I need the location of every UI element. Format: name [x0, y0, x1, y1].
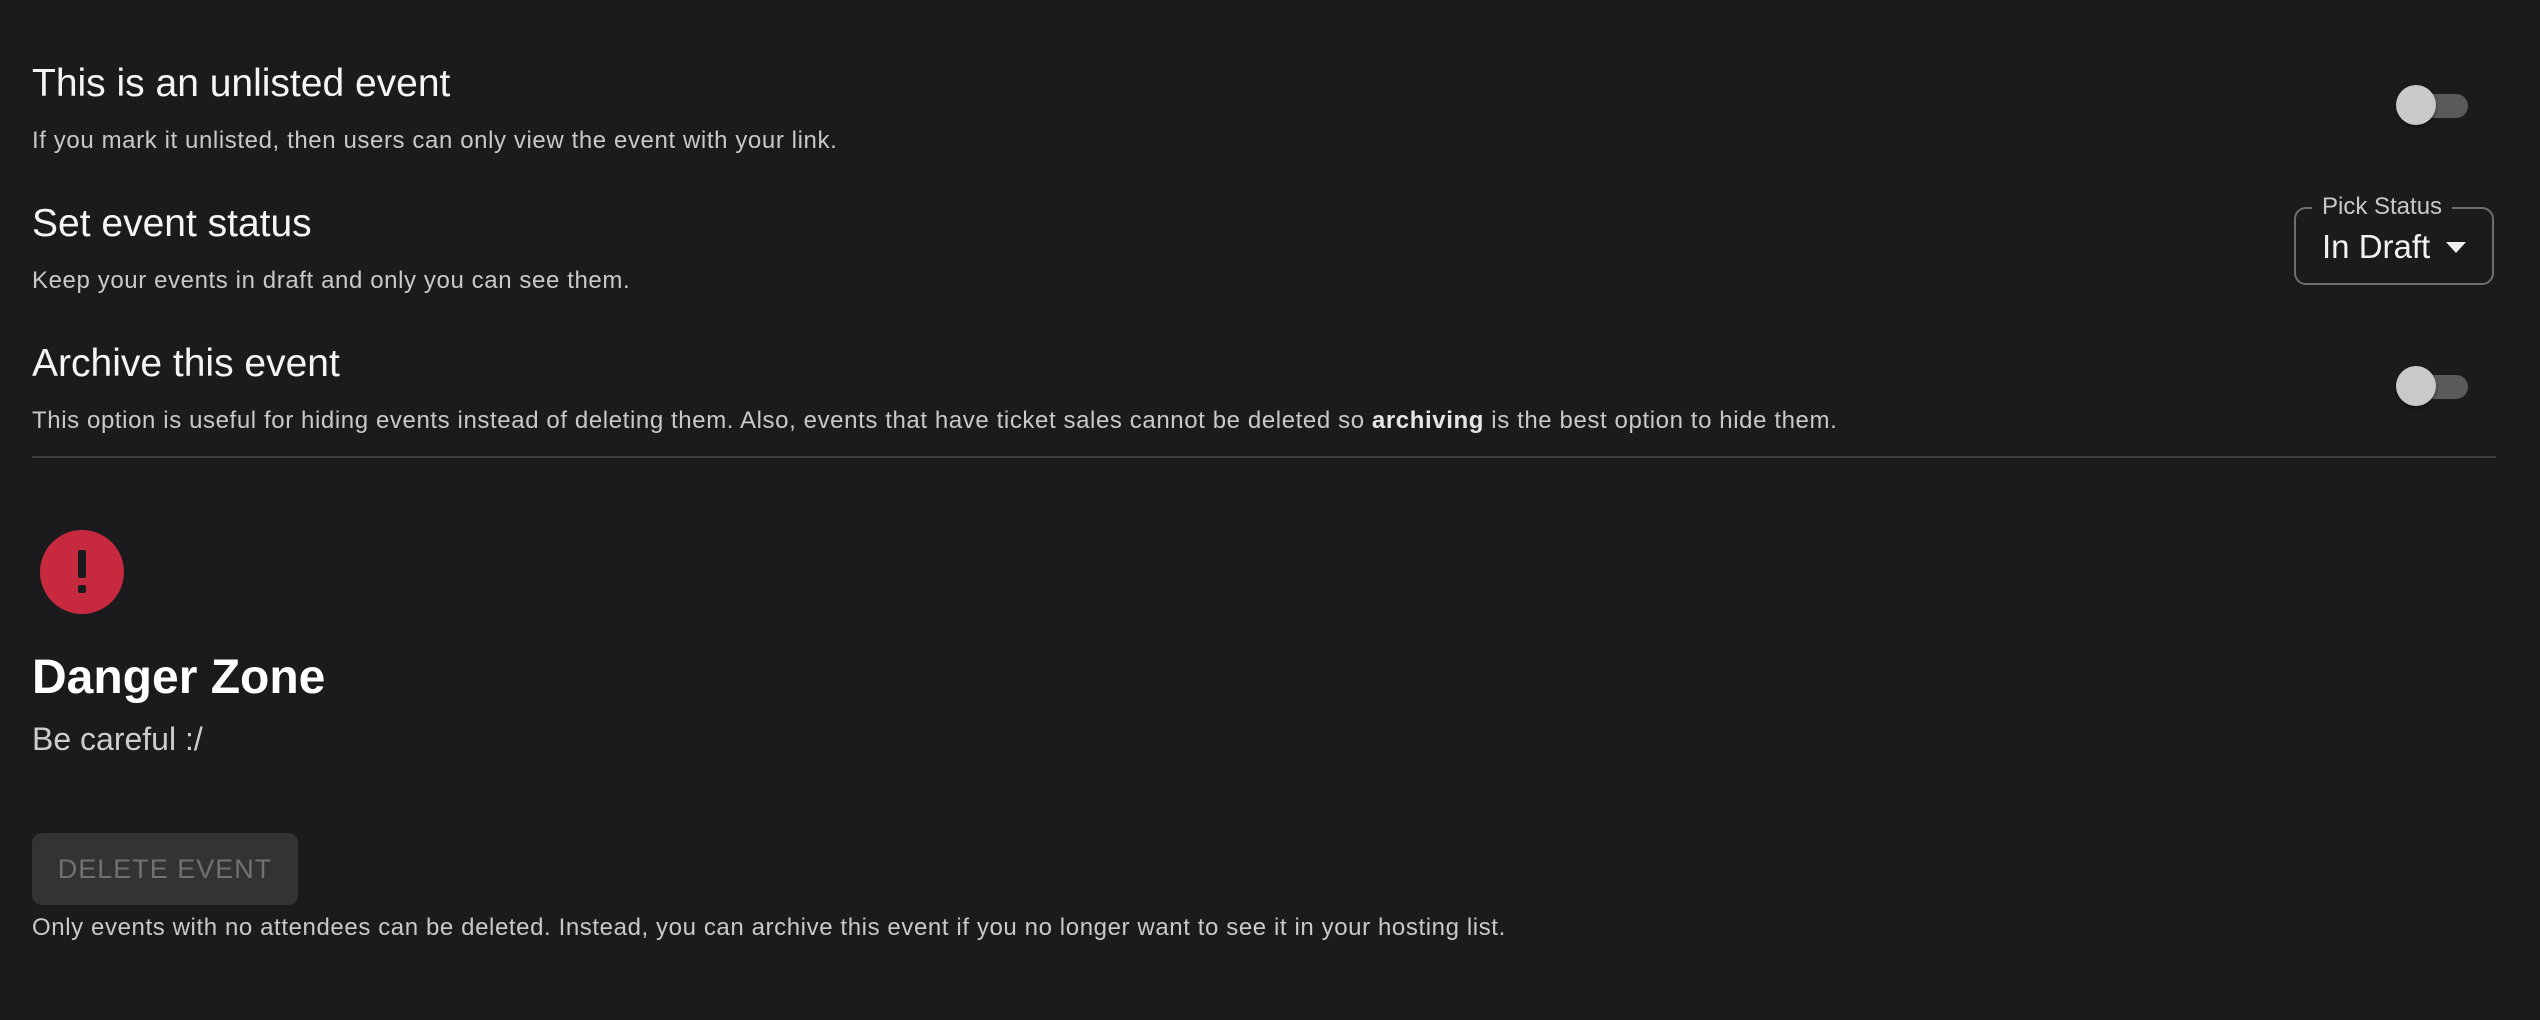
- section-divider: [32, 456, 2496, 458]
- archive-description: This option is useful for hiding events …: [32, 407, 1837, 435]
- delete-event-note: Only events with no attendees can be del…: [32, 914, 1506, 941]
- danger-zone-subtitle: Be careful :/: [32, 721, 203, 757]
- exclamation-dot: [78, 585, 86, 593]
- toggle-thumb: [2396, 366, 2436, 406]
- danger-zone-title: Danger Zone: [32, 651, 326, 704]
- archive-description-end: is the best option to hide them.: [1484, 407, 1838, 434]
- archive-toggle[interactable]: [2396, 365, 2472, 407]
- status-select-value[interactable]: In Draft: [2322, 228, 2430, 266]
- status-title: Set event status: [32, 202, 312, 245]
- unlisted-description: If you mark it unlisted, then users can …: [32, 127, 838, 154]
- status-select-label: Pick Status: [2312, 193, 2453, 221]
- delete-event-button[interactable]: DELETE EVENT: [32, 833, 298, 905]
- toggle-thumb: [2396, 85, 2436, 125]
- caret-down-icon[interactable]: [2446, 242, 2466, 253]
- archive-description-bold: archiving: [1371, 407, 1485, 434]
- archive-description-start: This option is useful for hiding events …: [32, 407, 1372, 434]
- unlisted-toggle[interactable]: [2396, 84, 2472, 126]
- exclamation-icon: [40, 530, 124, 614]
- archive-title: Archive this event: [32, 342, 340, 385]
- unlisted-title: This is an unlisted event: [32, 62, 451, 105]
- status-description: Keep your events in draft and only you c…: [32, 267, 631, 294]
- event-settings-page: This is an unlisted event If you mark it…: [0, 0, 2540, 1020]
- exclamation-bar: [78, 550, 86, 578]
